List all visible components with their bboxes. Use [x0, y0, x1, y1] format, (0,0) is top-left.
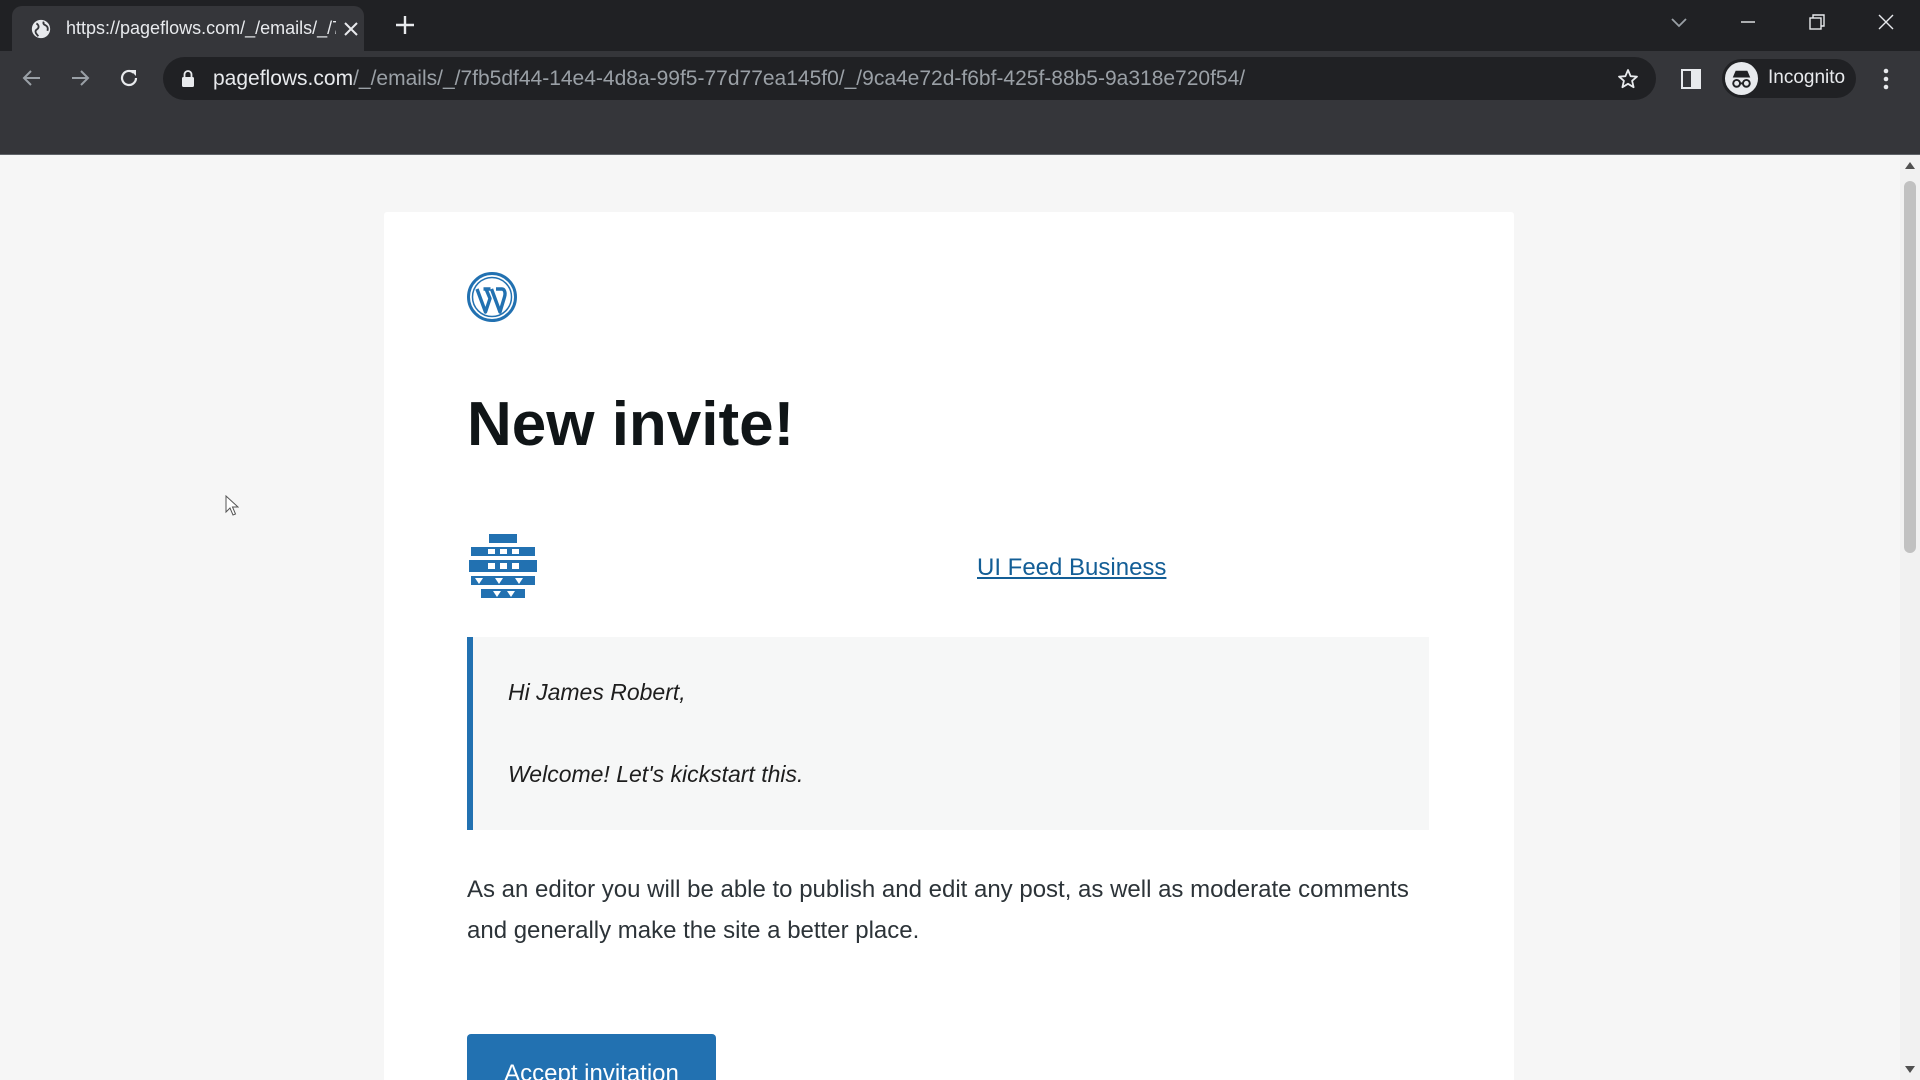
email-title: New invite!: [467, 390, 795, 459]
globe-icon: [31, 19, 51, 39]
tab-strip: https://pageflows.com/_/emails/_/7fb5df4…: [0, 0, 1920, 51]
tab-search-chevron-icon[interactable]: [1667, 10, 1691, 34]
scrollbar-thumb[interactable]: [1904, 181, 1916, 553]
greeting-text: Hi James Robert,: [508, 679, 686, 705]
email-card: New invite! UI Feed Business Hi James Ro…: [384, 212, 1514, 1080]
reload-icon[interactable]: [116, 65, 142, 91]
side-panel-icon[interactable]: [1680, 68, 1702, 90]
bookmarks-bar: [0, 106, 1920, 155]
wordpress-logo-icon: [467, 272, 517, 322]
welcome-message: Welcome! Let's kickstart this.: [508, 761, 804, 787]
vertical-scrollbar[interactable]: [1900, 155, 1920, 1080]
close-tab-icon[interactable]: [342, 20, 360, 38]
browser-tab[interactable]: https://pageflows.com/_/emails/_/7fb5df4…: [12, 6, 364, 51]
editor-description: As an editor you will be able to publish…: [467, 876, 1409, 944]
url-host: pageflows.com: [213, 67, 354, 90]
incognito-label: Incognito: [1768, 67, 1846, 88]
site-pattern-icon: [468, 531, 538, 601]
close-window-icon[interactable]: [1874, 10, 1898, 34]
restore-icon[interactable]: [1805, 10, 1829, 34]
url-text[interactable]: pageflows.com/_/emails/_/7fb5df44-14e4-4…: [213, 66, 1245, 92]
new-tab-icon[interactable]: [394, 14, 416, 36]
url-path: /_/emails/_/7fb5df44-14e4-4d8a-99f5-77d7…: [353, 67, 1246, 90]
lock-icon[interactable]: [181, 70, 195, 87]
incognito-profile-button[interactable]: Incognito: [1722, 59, 1856, 98]
address-bar[interactable]: pageflows.com/_/emails/_/7fb5df44-14e4-4…: [163, 57, 1656, 100]
site-name-link[interactable]: UI Feed Business: [977, 553, 1166, 583]
forward-arrow-icon[interactable]: [67, 65, 93, 91]
scroll-up-arrow-icon[interactable]: [1905, 161, 1915, 169]
accept-invitation-button[interactable]: Accept invitation: [467, 1034, 716, 1080]
scroll-down-arrow-icon[interactable]: [1905, 1066, 1915, 1074]
tab-title: https://pageflows.com/_/emails/_/7fb5df4…: [66, 18, 336, 38]
incognito-icon: [1724, 61, 1759, 96]
minimize-icon[interactable]: [1736, 10, 1760, 34]
welcome-quote: Hi James Robert, Welcome! Let's kickstar…: [467, 637, 1429, 830]
browser-menu-icon[interactable]: [1878, 66, 1894, 92]
back-arrow-icon[interactable]: [19, 65, 45, 91]
page-viewport: New invite! UI Feed Business Hi James Ro…: [0, 155, 1900, 1080]
mouse-cursor-icon: [225, 495, 239, 516]
bookmark-star-icon[interactable]: [1616, 67, 1640, 91]
browser-toolbar: pageflows.com/_/emails/_/7fb5df44-14e4-4…: [0, 51, 1920, 106]
